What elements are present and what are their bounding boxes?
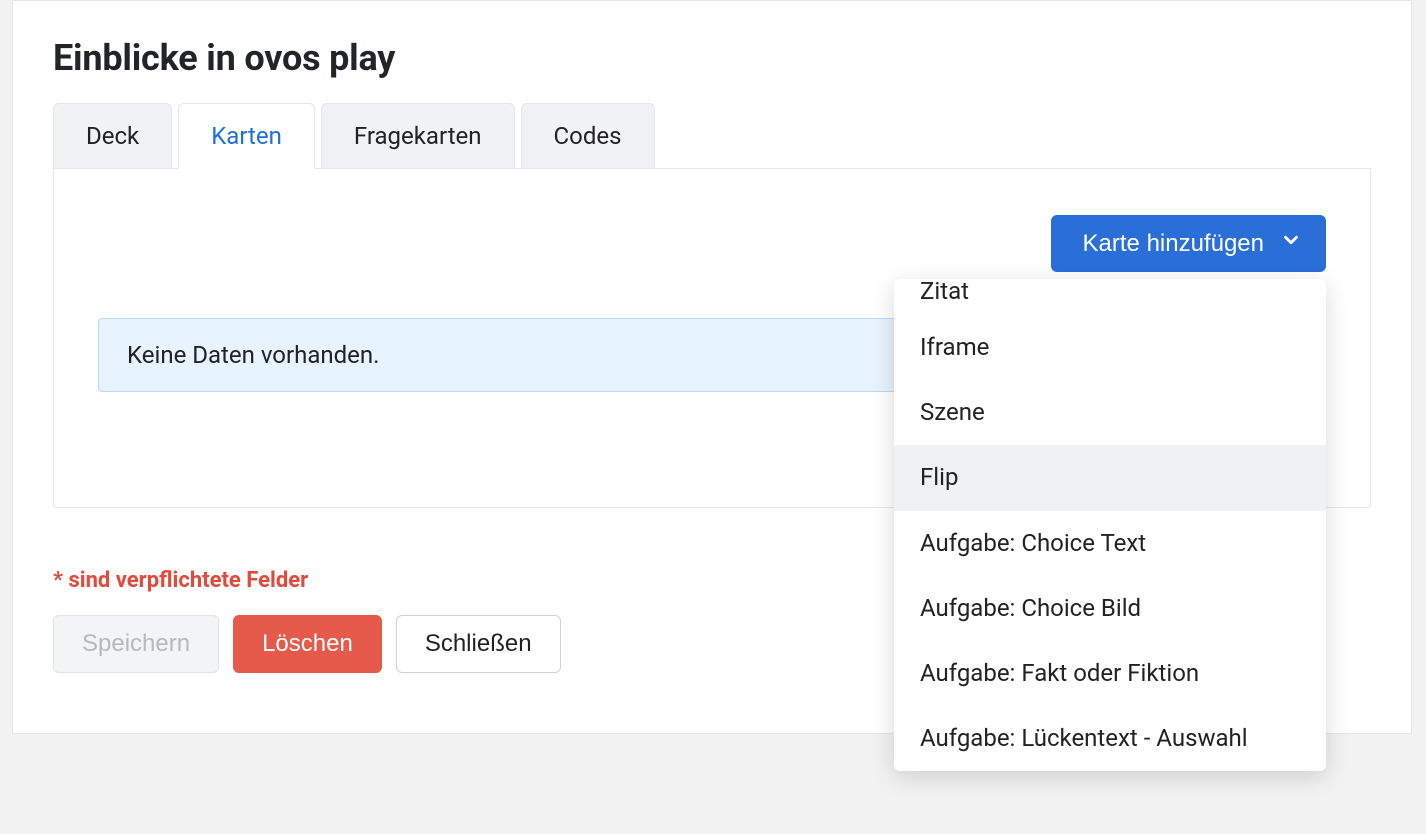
dropdown-item-label: Aufgabe: Choice Text: [920, 529, 1146, 557]
empty-state-text: Keine Daten vorhanden.: [127, 341, 379, 369]
dropdown-item-flip[interactable]: Flip: [894, 445, 1326, 510]
save-button[interactable]: Speichern: [53, 615, 219, 673]
delete-button-label: Löschen: [262, 630, 353, 657]
dropdown-item-label: Szene: [920, 398, 985, 426]
add-card-button[interactable]: Karte hinzufügen: [1051, 215, 1326, 272]
add-card-dropdown: Zitat Iframe Szene Flip Aufgabe: Choice …: [894, 279, 1326, 771]
page-card: Einblicke in ovos play Deck Karten Frage…: [12, 0, 1412, 734]
chevron-down-icon: [1280, 229, 1302, 258]
dropdown-item-label: Aufgabe: Choice Bild: [920, 594, 1141, 622]
delete-button[interactable]: Löschen: [233, 615, 382, 673]
tab-label: Karten: [211, 122, 282, 150]
dropdown-item-label: Zitat: [920, 279, 969, 305]
dropdown-item-szene[interactable]: Szene: [894, 380, 1326, 445]
dropdown-item-zitat[interactable]: Zitat: [894, 279, 1326, 315]
dropdown-item-label: Aufgabe: Fakt oder Fiktion: [920, 659, 1199, 687]
tab-codes[interactable]: Codes: [521, 103, 655, 169]
tab-label: Codes: [554, 122, 622, 150]
dropdown-item-label: Flip: [920, 463, 958, 491]
tab-label: Deck: [86, 122, 139, 150]
tab-panel: Karte hinzufügen Zitat Iframe Szene: [53, 168, 1371, 508]
tab-deck[interactable]: Deck: [53, 103, 172, 169]
dropdown-item-aufgabe-lueckentext-auswahl[interactable]: Aufgabe: Lückentext - Auswahl: [894, 706, 1326, 771]
tab-karten[interactable]: Karten: [178, 103, 315, 169]
add-card-button-label: Karte hinzufügen: [1083, 230, 1264, 258]
close-button[interactable]: Schließen: [396, 615, 561, 673]
dropdown-item-aufgabe-choice-text[interactable]: Aufgabe: Choice Text: [894, 511, 1326, 576]
dropdown-item-aufgabe-choice-bild[interactable]: Aufgabe: Choice Bild: [894, 576, 1326, 641]
add-button-wrap: Karte hinzufügen Zitat Iframe Szene: [98, 215, 1326, 272]
dropdown-item-label: Aufgabe: Lückentext - Auswahl: [920, 724, 1248, 752]
dropdown-item-aufgabe-fakt-oder-fiktion[interactable]: Aufgabe: Fakt oder Fiktion: [894, 641, 1326, 706]
tab-label: Fragekarten: [354, 122, 482, 150]
save-button-label: Speichern: [82, 630, 190, 657]
page-title: Einblicke in ovos play: [53, 37, 1371, 79]
tab-fragekarten[interactable]: Fragekarten: [321, 103, 515, 169]
tabs: Deck Karten Fragekarten Codes: [53, 103, 1371, 169]
dropdown-item-iframe[interactable]: Iframe: [894, 315, 1326, 380]
close-button-label: Schließen: [425, 630, 532, 657]
dropdown-item-label: Iframe: [920, 333, 989, 361]
